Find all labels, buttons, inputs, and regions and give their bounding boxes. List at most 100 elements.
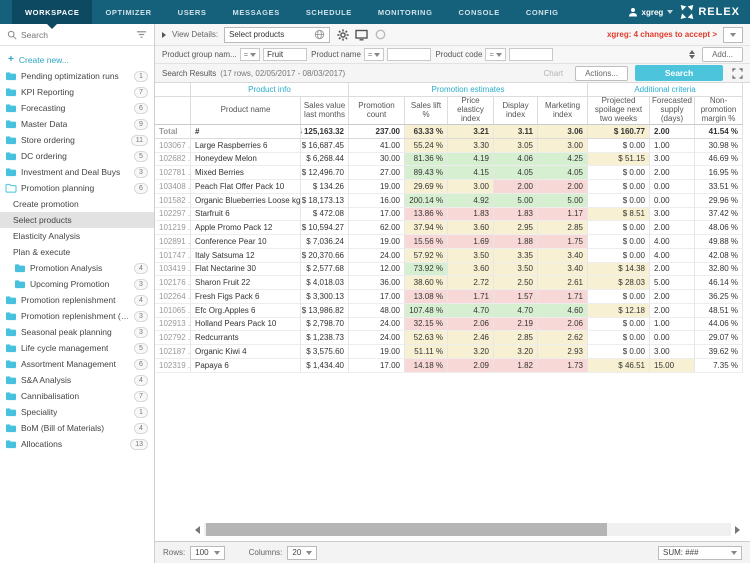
cell-8: $ 8.51: [588, 208, 650, 222]
sidebar-item-speciality[interactable]: Speciality1: [0, 404, 154, 420]
sidebar-item-assortment-management[interactable]: Assortment Management6: [0, 356, 154, 372]
changes-dropdown[interactable]: [723, 27, 743, 43]
column-header-5[interactable]: Price elasticy index: [448, 97, 494, 125]
sidebar-item-bom-bill-of-materials[interactable]: BoM (Bill of Materials)4: [0, 420, 154, 436]
sidebar-item-cannibalisation[interactable]: Cannibalisation7: [0, 388, 154, 404]
sidebar-item-dc-ordering[interactable]: DC ordering5: [0, 148, 154, 164]
cell-6: 1.57: [494, 290, 538, 304]
table-row[interactable]: 101747 ...Italy Satsuma 12$ 20,370.6624.…: [155, 249, 743, 263]
fullscreen-icon[interactable]: [732, 68, 743, 79]
settings-gear-icon[interactable]: [336, 28, 349, 41]
scrollbar-thumb[interactable]: [206, 523, 607, 536]
cell-3: 16.00: [349, 194, 405, 208]
cell-4: 14.18 %: [405, 359, 448, 373]
table-row[interactable]: 102297 ...Starfruit 6$ 472.0817.0013.86 …: [155, 208, 743, 222]
changes-to-accept-link[interactable]: xgreg: 4 changes to accept >: [607, 30, 717, 39]
nav-tab-workspace[interactable]: WORKSPACE: [12, 0, 92, 24]
create-new-button[interactable]: + Create new...: [0, 51, 154, 68]
nav-tab-monitoring[interactable]: MONITORING: [365, 0, 446, 24]
search-button[interactable]: Search: [635, 65, 723, 81]
table-row[interactable]: 102913 ...Holland Pears Pack 10$ 2,798.7…: [155, 318, 743, 332]
column-header-3[interactable]: Promotion count: [349, 97, 405, 125]
table-row[interactable]: 102264 ...Fresh Figs Pack 6$ 3,300.1317.…: [155, 290, 743, 304]
sidebar-item-label: Promotion replenishment: [21, 295, 116, 305]
scroll-left-arrow[interactable]: [191, 526, 200, 534]
filter-value-input[interactable]: [263, 48, 307, 61]
scroll-right-arrow[interactable]: [735, 526, 744, 534]
display-window-icon[interactable]: [355, 28, 368, 41]
sidebar-item-kpi-reporting[interactable]: KPI Reporting7: [0, 84, 154, 100]
nav-tab-schedule[interactable]: SCHEDULE: [293, 0, 365, 24]
sidebar-item-master-data[interactable]: Master Data9: [0, 116, 154, 132]
sidebar-item-store-ordering[interactable]: Store ordering11: [0, 132, 154, 148]
column-header-8[interactable]: Projected spoilage next two weeks: [588, 97, 650, 125]
sidebar-item-allocations[interactable]: Allocations13: [0, 436, 154, 452]
expand-caret-icon[interactable]: [162, 32, 166, 38]
nav-tab-console[interactable]: CONSOLE: [446, 0, 513, 24]
chart-button[interactable]: Chart: [544, 69, 564, 78]
table-row[interactable]: 102176 ...Sharon Fruit 22$ 4,018.0336.00…: [155, 276, 743, 290]
filter-operator-select[interactable]: =: [485, 48, 505, 61]
nav-tab-users[interactable]: USERS: [165, 0, 220, 24]
sidebar-item-s-a-analysis[interactable]: S&A Analysis4: [0, 372, 154, 388]
sidebar-item-promotion-replenishment-dcs[interactable]: Promotion replenishment (DCs)3: [0, 308, 154, 324]
filter-value-input[interactable]: [509, 48, 553, 61]
sidebar-item-elasticity-analysis[interactable]: Elasticity Analysis: [0, 228, 154, 244]
column-header-6[interactable]: Display index: [494, 97, 538, 125]
sidebar-item-pending-optimization-runs[interactable]: Pending optimization runs1: [0, 68, 154, 84]
column-header-2[interactable]: Sales value last months: [301, 97, 349, 125]
sidebar-item-promotion-analysis[interactable]: Promotion Analysis4: [0, 260, 154, 276]
column-header-4[interactable]: Sales lift %: [405, 97, 448, 125]
filter-operator-select[interactable]: =: [364, 48, 384, 61]
filter-operator-select[interactable]: =: [240, 48, 260, 61]
actions-button[interactable]: Actions...: [575, 66, 628, 81]
sidebar-search-input[interactable]: [21, 30, 132, 40]
sidebar-item-life-cycle-management[interactable]: Life cycle management5: [0, 340, 154, 356]
sidebar-item-seasonal-peak-planning[interactable]: Seasonal peak planning3: [0, 324, 154, 340]
table-row[interactable]: 101065 ...Efc Org.Apples 6$ 13,986.8248.…: [155, 304, 743, 318]
scrollbar-track[interactable]: [204, 523, 731, 536]
table-row[interactable]: 103067 ...Large Raspberries 6$ 16,687.45…: [155, 139, 743, 153]
table-row[interactable]: 103419 ...Flat Nectarine 30$ 2,577.6812.…: [155, 263, 743, 277]
sidebar-item-promotion-replenishment[interactable]: Promotion replenishment4: [0, 292, 154, 308]
user-menu[interactable]: xgreg: [628, 7, 674, 17]
filter-icon[interactable]: [136, 30, 147, 39]
table-row[interactable]: 101219 ...Apple Promo Pack 12$ 10,594.27…: [155, 221, 743, 235]
nav-tab-optimizer[interactable]: OPTIMIZER: [92, 0, 164, 24]
sidebar-item-forecasting[interactable]: Forecasting6: [0, 100, 154, 116]
sidebar-item-promotion-planning[interactable]: Promotion planning6: [0, 180, 154, 196]
view-selector[interactable]: Select products: [224, 27, 330, 43]
sidebar-item-label: Master Data: [21, 119, 67, 129]
table-row[interactable]: 102319 ...Papaya 6$ 1,434.4017.0014.18 %…: [155, 359, 743, 373]
sidebar-item-investment-and-deal-buys[interactable]: Investment and Deal Buys3: [0, 164, 154, 180]
sidebar-item-select-products[interactable]: Select products: [0, 212, 154, 228]
table-row[interactable]: 102187 ...Organic Kiwi 4$ 3,575.6019.005…: [155, 345, 743, 359]
nav-tab-messages[interactable]: MESSAGES: [220, 0, 293, 24]
sidebar-item-create-promotion[interactable]: Create promotion: [0, 196, 154, 212]
table-total-row[interactable]: Total#$ 125,163.32237.0063.33 %3.213.113…: [155, 125, 743, 139]
sidebar-item-plan-execute[interactable]: Plan & execute: [0, 244, 154, 260]
table-row[interactable]: 102792 ...Redcurrants$ 1,238.7324.0052.6…: [155, 331, 743, 345]
rows-select[interactable]: 100: [190, 546, 224, 560]
nav-tab-config[interactable]: CONFIG: [513, 0, 572, 24]
folder-icon: [5, 295, 17, 305]
table-row[interactable]: 102781 ...Mixed Berries$ 12,496.7027.008…: [155, 166, 743, 180]
table-row[interactable]: 102891 ...Conference Pear 10$ 7,036.2419…: [155, 235, 743, 249]
cell-1: Apple Promo Pack 12: [191, 221, 301, 235]
refresh-circle-icon[interactable]: [374, 28, 387, 41]
table-row[interactable]: 102682 ...Honeydew Melon$ 6,268.4430.008…: [155, 153, 743, 167]
table-row[interactable]: 101582 ...Organic Blueberries Loose kg$ …: [155, 194, 743, 208]
column-header-9[interactable]: Forecasted supply (days): [650, 97, 695, 125]
sidebar-item-upcoming-promotion[interactable]: Upcoming Promotion3: [0, 276, 154, 292]
table-row[interactable]: 103408 ...Peach Flat Offer Pack 10$ 134.…: [155, 180, 743, 194]
column-header-10[interactable]: Non-promotion margin %: [695, 97, 743, 125]
column-header-0[interactable]: [155, 97, 191, 125]
add-filter-button[interactable]: Add...: [702, 47, 743, 62]
sum-select[interactable]: SUM: ###: [658, 546, 742, 560]
cell-2: $ 13,986.82: [301, 304, 349, 318]
column-header-1[interactable]: Product name: [191, 97, 301, 125]
column-header-7[interactable]: Marketing index: [538, 97, 588, 125]
filter-value-input[interactable]: [387, 48, 431, 61]
columns-select[interactable]: 20: [287, 546, 317, 560]
filter-reorder-spinner[interactable]: [689, 47, 695, 62]
